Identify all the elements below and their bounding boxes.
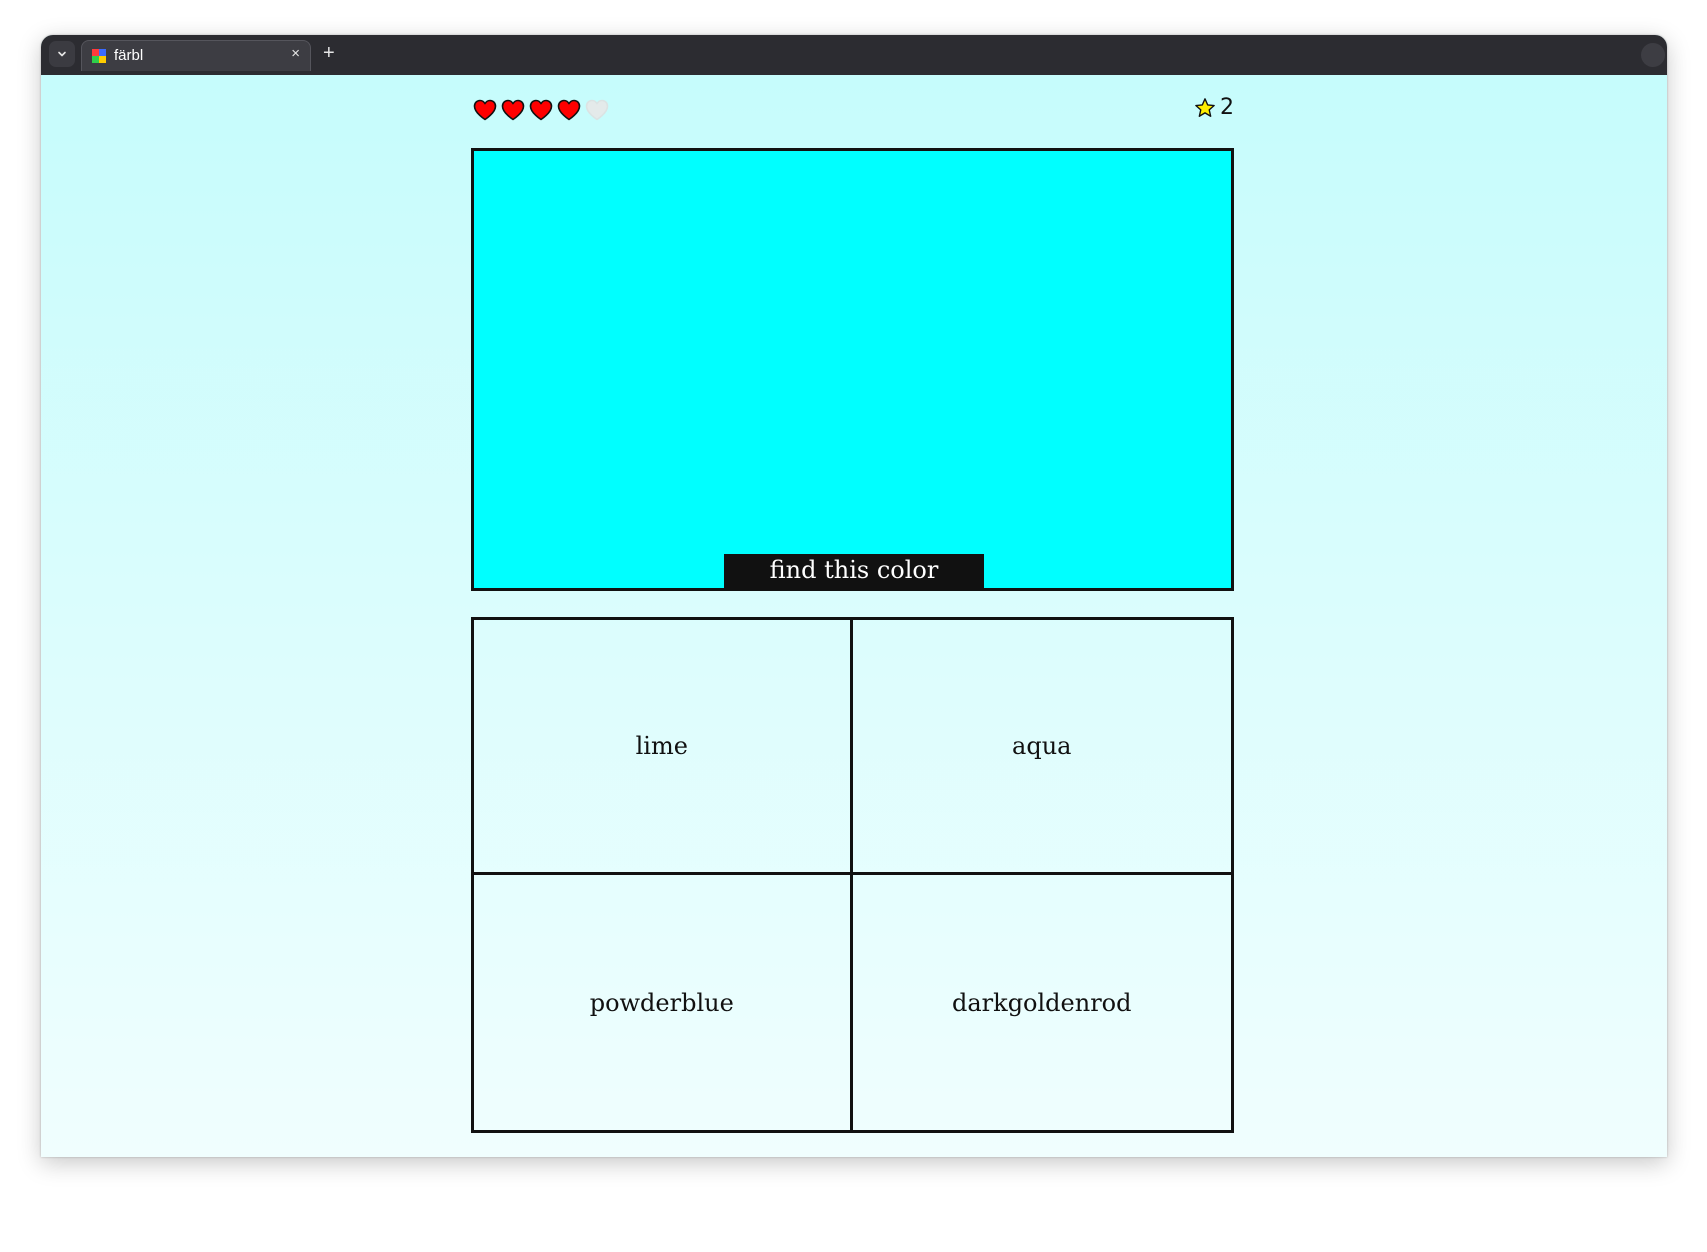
swatch-label: find this color	[724, 554, 984, 588]
game-hud: 2	[471, 75, 1234, 145]
tab-list-button[interactable]	[49, 41, 75, 67]
profile-icon[interactable]	[1641, 43, 1665, 67]
tab-title: färbl	[114, 47, 144, 64]
option-button[interactable]: lime	[474, 620, 853, 875]
heart-full-icon	[501, 99, 525, 121]
heart-full-icon	[473, 99, 497, 121]
heart-full-icon	[529, 99, 553, 121]
game-container: 2 find this color lime aqua powderblue d…	[471, 75, 1234, 1133]
option-button[interactable]: darkgoldenrod	[853, 875, 1232, 1130]
page-viewport: 2 find this color lime aqua powderblue d…	[41, 75, 1667, 1157]
chevron-down-icon	[58, 51, 66, 57]
lives-display	[473, 99, 609, 121]
browser-tab[interactable]: färbl ×	[81, 40, 311, 71]
color-options-grid: lime aqua powderblue darkgoldenrod	[471, 617, 1234, 1133]
option-button[interactable]: powderblue	[474, 875, 853, 1130]
target-color-swatch: find this color	[471, 148, 1234, 591]
browser-window: färbl × + 2 find this color lime aqua po…	[41, 35, 1667, 1157]
favicon-icon	[92, 49, 106, 63]
new-tab-button[interactable]: +	[323, 39, 335, 67]
heart-full-icon	[557, 99, 581, 121]
close-icon[interactable]: ×	[291, 45, 300, 62]
score-display: 2	[1194, 95, 1234, 120]
tab-bar: färbl × +	[41, 35, 1667, 75]
heart-empty-icon	[585, 99, 609, 121]
score-value: 2	[1220, 95, 1234, 120]
option-button[interactable]: aqua	[852, 620, 1231, 875]
star-icon	[1195, 97, 1215, 117]
